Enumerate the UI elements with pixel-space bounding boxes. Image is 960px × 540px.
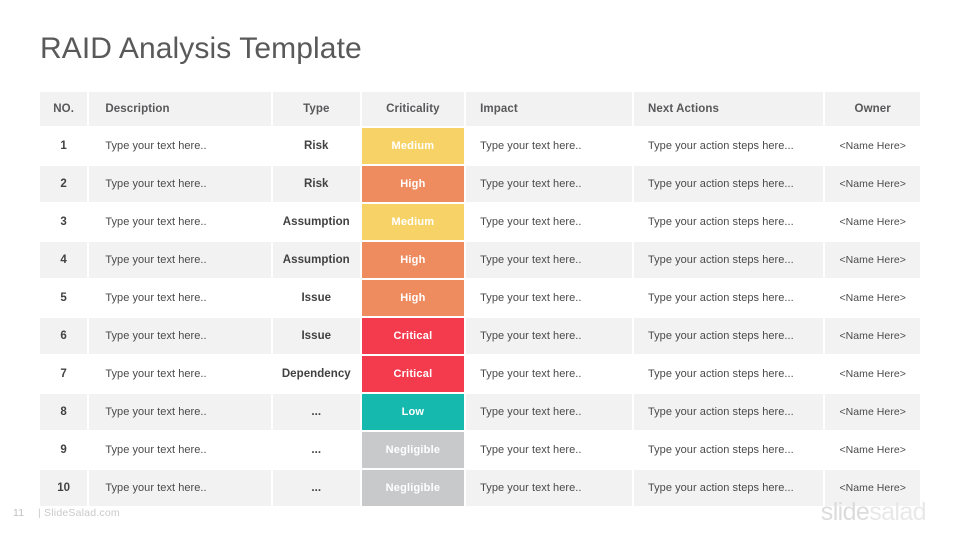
logo-text-salad: salad [869, 498, 926, 526]
cell-impact[interactable]: Type your text here.. [466, 356, 632, 392]
cell-type[interactable]: ... [272, 394, 360, 430]
cell-owner[interactable]: <Name Here> [825, 394, 920, 430]
cell-owner[interactable]: <Name Here> [825, 166, 920, 202]
cell-description[interactable]: Type your text here.. [89, 470, 271, 506]
cell-no[interactable]: 4 [40, 242, 88, 278]
cell-owner[interactable]: <Name Here> [825, 432, 920, 468]
column-header-description: Description [89, 92, 271, 126]
criticality-badge[interactable]: Critical [361, 356, 465, 392]
cell-no[interactable]: 2 [40, 166, 88, 202]
table-row[interactable]: 6 Type your text here.. Issue Critical Type … [40, 318, 920, 354]
criticality-badge[interactable]: High [361, 242, 465, 278]
page-title: RAID Analysis Template [40, 32, 362, 65]
criticality-badge[interactable]: Low [361, 394, 465, 430]
cell-owner[interactable]: <Name Here> [825, 242, 920, 278]
column-header-owner: Owner [825, 92, 920, 126]
cell-impact[interactable]: Type your text here.. [466, 128, 632, 164]
cell-no[interactable]: 8 [40, 394, 88, 430]
cell-impact[interactable]: Type your text here.. [466, 432, 632, 468]
slide-canvas: RAID Analysis Template NO. Description T… [0, 0, 960, 540]
column-header-impact: Impact [466, 92, 632, 126]
cell-description[interactable]: Type your text here.. [89, 394, 271, 430]
cell-description[interactable]: Type your text here.. [89, 128, 271, 164]
cell-impact[interactable]: Type your text here.. [466, 318, 632, 354]
table-row[interactable]: 4 Type your text here.. Assumption High Type… [40, 242, 920, 278]
cell-no[interactable]: 3 [40, 204, 88, 240]
criticality-badge[interactable]: Medium [361, 204, 465, 240]
cell-next-actions[interactable]: Type your action steps here... [633, 432, 824, 468]
table-row[interactable]: 3 Type your text here.. Assumption Medium Ty… [40, 204, 920, 240]
cell-type[interactable]: Issue [272, 318, 360, 354]
cell-no[interactable]: 10 [40, 470, 88, 506]
cell-type[interactable]: Issue [272, 280, 360, 316]
cell-owner[interactable]: <Name Here> [825, 280, 920, 316]
cell-next-actions[interactable]: Type your action steps here... [633, 242, 824, 278]
cell-type[interactable]: Assumption [272, 204, 360, 240]
cell-description[interactable]: Type your text here.. [89, 166, 271, 202]
cell-type[interactable]: ... [272, 432, 360, 468]
cell-description[interactable]: Type your text here.. [89, 318, 271, 354]
cell-owner[interactable]: <Name Here> [825, 318, 920, 354]
criticality-badge[interactable]: High [361, 280, 465, 316]
table-row[interactable]: 9 Type your text here..... Negligible Type … [40, 432, 920, 468]
table-row[interactable]: 10 Type your text here..... Negligible Type… [40, 470, 920, 506]
cell-description[interactable]: Type your text here.. [89, 432, 271, 468]
cell-impact[interactable]: Type your text here.. [466, 280, 632, 316]
cell-no[interactable]: 6 [40, 318, 88, 354]
cell-description[interactable]: Type your text here.. [89, 356, 271, 392]
table-row[interactable]: 1 Type your text here.. Risk Medium Type you… [40, 128, 920, 164]
cell-impact[interactable]: Type your text here.. [466, 470, 632, 506]
criticality-badge[interactable]: High [361, 166, 465, 202]
cell-type[interactable]: Assumption [272, 242, 360, 278]
cell-next-actions[interactable]: Type your action steps here... [633, 280, 824, 316]
cell-no[interactable]: 7 [40, 356, 88, 392]
cell-impact[interactable]: Type your text here.. [466, 166, 632, 202]
cell-impact[interactable]: Type your text here.. [466, 242, 632, 278]
cell-next-actions[interactable]: Type your action steps here... [633, 128, 824, 164]
criticality-badge[interactable]: Critical [361, 318, 465, 354]
cell-owner[interactable]: <Name Here> [825, 204, 920, 240]
table-row[interactable]: 7 Type your text here.. Dependency Critical… [40, 356, 920, 392]
table-header-row: NO. Description Type Criticality Impact … [40, 92, 920, 126]
cell-description[interactable]: Type your text here.. [89, 204, 271, 240]
cell-no[interactable]: 9 [40, 432, 88, 468]
cell-owner[interactable]: <Name Here> [825, 128, 920, 164]
cell-next-actions[interactable]: Type your action steps here... [633, 356, 824, 392]
cell-next-actions[interactable]: Type your action steps here... [633, 318, 824, 354]
table-body: 1 Type your text here.. Risk Medium Type you… [40, 128, 920, 506]
cell-no[interactable]: 1 [40, 128, 88, 164]
cell-impact[interactable]: Type your text here.. [466, 204, 632, 240]
table-row[interactable]: 2 Type your text here.. Risk High Type your … [40, 166, 920, 202]
table-row[interactable]: 8 Type your text here..... Low Type your te… [40, 394, 920, 430]
cell-next-actions[interactable]: Type your action steps here... [633, 166, 824, 202]
page-number: 11 [13, 507, 25, 519]
cell-type[interactable]: Dependency [272, 356, 360, 392]
cell-next-actions[interactable]: Type your action steps here... [633, 470, 824, 506]
cell-impact[interactable]: Type your text here.. [466, 394, 632, 430]
cell-description[interactable]: Type your text here.. [89, 280, 271, 316]
column-header-next-actions: Next Actions [633, 92, 824, 126]
raid-analysis-table: NO. Description Type Criticality Impact … [40, 92, 920, 508]
criticality-badge[interactable]: Negligible [361, 432, 465, 468]
column-header-criticality: Criticality [361, 92, 465, 126]
cell-description[interactable]: Type your text here.. [89, 242, 271, 278]
cell-no[interactable]: 5 [40, 280, 88, 316]
logo-text-slide: slide [820, 498, 870, 526]
column-header-no: NO. [40, 92, 88, 126]
criticality-badge[interactable]: Negligible [361, 470, 465, 506]
slidesalad-logo: slidesalad [820, 498, 927, 526]
cell-owner[interactable]: <Name Here> [825, 356, 920, 392]
cell-next-actions[interactable]: Type your action steps here... [633, 394, 824, 430]
cell-type[interactable]: ... [272, 470, 360, 506]
cell-next-actions[interactable]: Type your action steps here... [633, 204, 824, 240]
footer-site-label: | SlideSalad.com [38, 507, 120, 519]
table-row[interactable]: 5 Type your text here.. Issue High Type your… [40, 280, 920, 316]
cell-type[interactable]: Risk [272, 128, 360, 164]
cell-type[interactable]: Risk [272, 166, 360, 202]
criticality-badge[interactable]: Medium [361, 128, 465, 164]
column-header-type: Type [272, 92, 360, 126]
